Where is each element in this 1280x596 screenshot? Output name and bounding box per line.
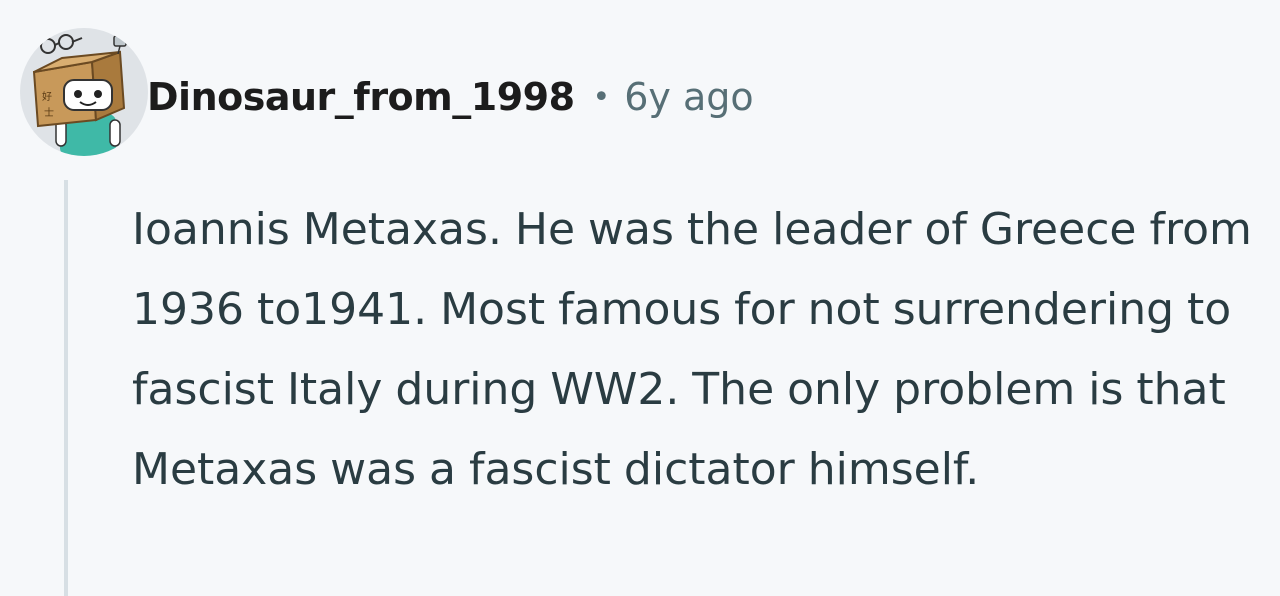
- comment-meta: Dinosaur_from_1998 • 6y ago: [147, 72, 754, 122]
- svg-text:士: 士: [44, 106, 54, 119]
- svg-text:好: 好: [42, 91, 52, 103]
- snoo-avatar-icon: 好 士: [32, 34, 127, 156]
- comment: 好 士 Dinosaur_from_1998 • 6y ago Ioannis …: [0, 0, 1280, 596]
- comment-age[interactable]: 6y ago: [624, 75, 753, 119]
- avatar[interactable]: 好 士: [20, 28, 148, 156]
- comment-body: Ioannis Metaxas. He was the leader of Gr…: [132, 204, 1252, 495]
- author-username[interactable]: Dinosaur_from_1998: [147, 75, 575, 119]
- thread-line[interactable]: [64, 180, 68, 596]
- meta-separator: •: [592, 79, 611, 115]
